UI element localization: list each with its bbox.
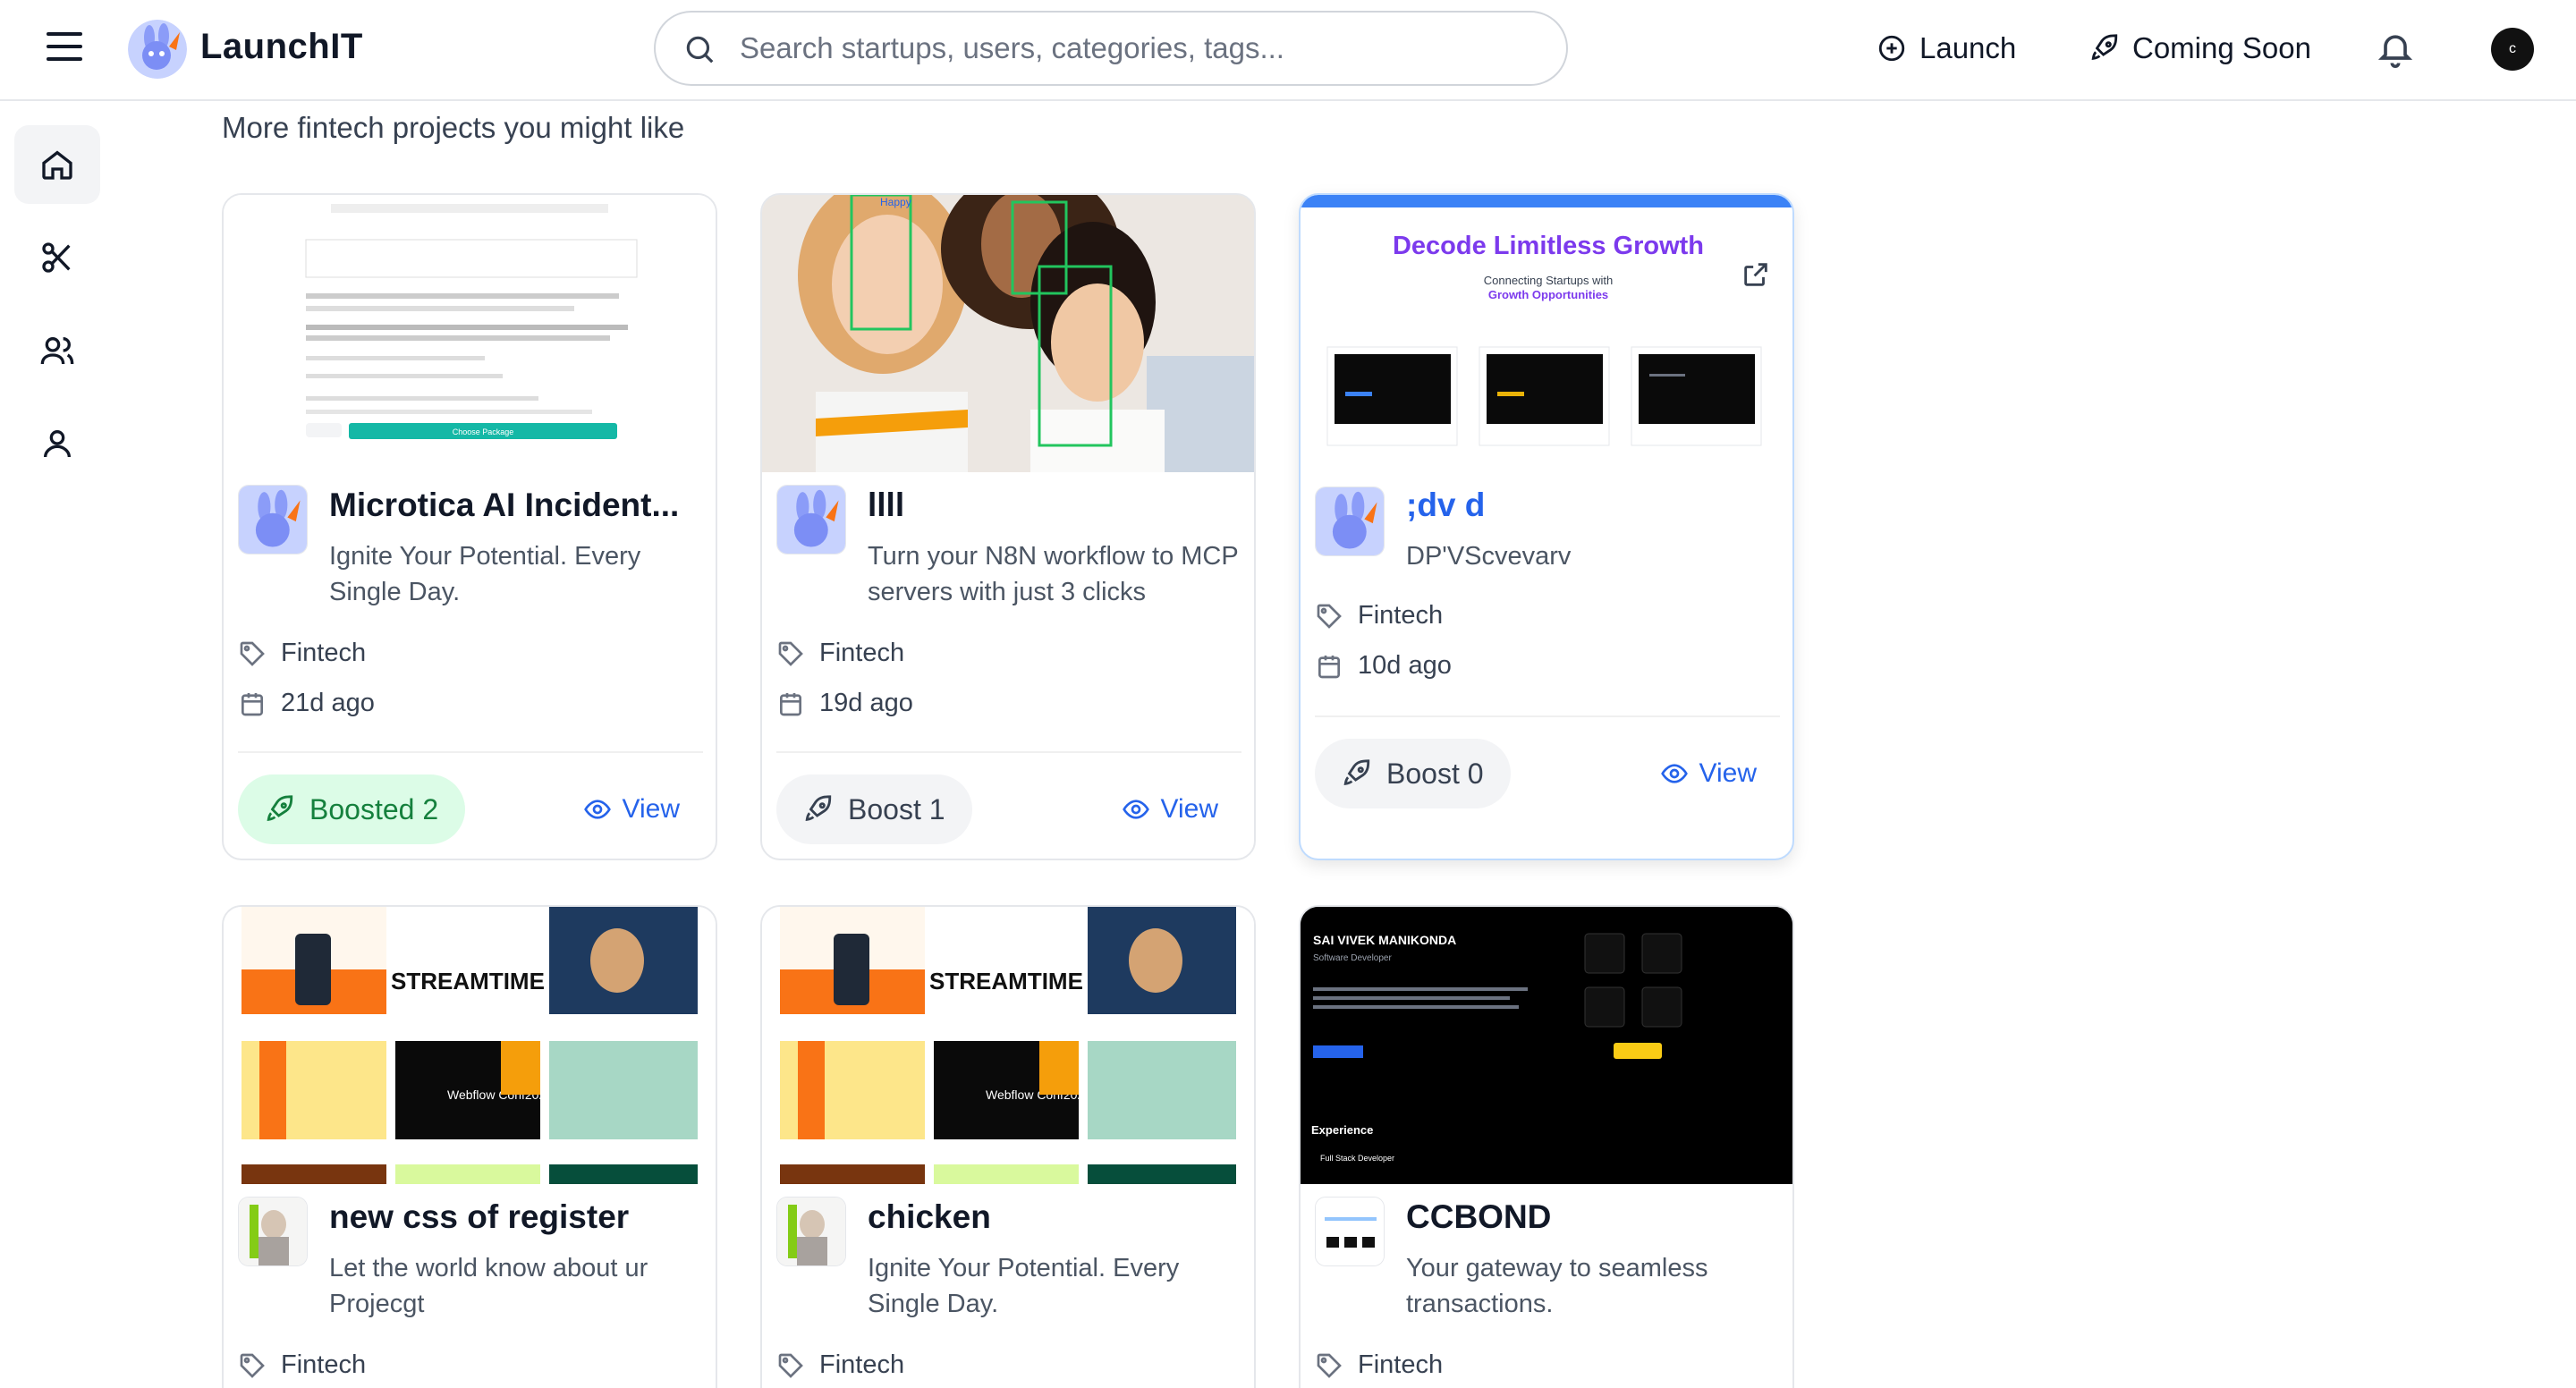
search-bar[interactable] xyxy=(654,11,1568,86)
thumbnail-subtitle-accent: Growth Opportunities xyxy=(1488,288,1608,301)
project-avatar xyxy=(238,1197,308,1266)
launchit-logo[interactable] xyxy=(128,20,187,79)
scissors-icon xyxy=(42,242,71,273)
project-thumbnail[interactable]: STREAMTIME Webflow Conf2025 xyxy=(762,907,1254,1184)
project-thumbnail[interactable]: STREAMTIME Webflow Conf2025 xyxy=(224,907,716,1184)
top-header: LaunchIT Launch Coming Soon c xyxy=(0,0,2576,101)
launch-label: Launch xyxy=(1919,31,2017,64)
section-title: More fintech projects you might like xyxy=(222,111,685,144)
project-description: Ignite Your Potential. Every Single Day. xyxy=(329,542,641,606)
thumbnail-text: STREAMTIME xyxy=(929,968,1083,994)
project-category: Fintech xyxy=(776,639,904,668)
card-divider xyxy=(1315,715,1780,717)
view-button[interactable]: View xyxy=(1660,758,1757,789)
project-thumbnail[interactable]: SAI VIVEK MANIKONDA Software Developer E… xyxy=(1301,907,1792,1184)
project-card[interactable]: STREAMTIME Webflow Conf2025 new css of r… xyxy=(222,905,717,1388)
project-thumbnail[interactable]: Choose Package xyxy=(224,195,716,472)
thumbnail-experience: Experience xyxy=(1311,1123,1373,1137)
rocket-icon xyxy=(805,795,832,822)
view-button[interactable]: View xyxy=(583,794,680,825)
notifications-bell-icon[interactable] xyxy=(2376,27,2415,74)
eye-icon xyxy=(1122,800,1149,819)
project-title[interactable]: llll xyxy=(868,487,1243,524)
search-input[interactable] xyxy=(740,25,1545,72)
project-thumbnail[interactable]: Decode Limitless Growth Connecting Start… xyxy=(1301,195,1792,476)
rocket-icon xyxy=(2091,34,2118,61)
project-category: Fintech xyxy=(1315,1350,1443,1380)
sidebar-item-users[interactable] xyxy=(14,311,100,390)
thumbnail-button-text: Choose Package xyxy=(453,427,514,436)
users-icon xyxy=(40,337,74,365)
brand-name[interactable]: LaunchIT xyxy=(200,27,363,67)
project-description: DP'VScvevarv xyxy=(1406,542,1572,571)
project-date: 21d ago xyxy=(238,689,375,718)
external-link-icon[interactable] xyxy=(1741,259,1771,294)
project-category: Fintech xyxy=(238,1350,366,1380)
launch-button[interactable]: Launch xyxy=(1877,21,2016,75)
project-card[interactable]: Happy llll Turn your N8N workflow to MCP… xyxy=(760,193,1256,860)
rocket-icon xyxy=(1343,759,1370,786)
project-card[interactable]: Choose Package Microtica AI Incident... … xyxy=(222,193,717,860)
project-card[interactable]: STREAMTIME Webflow Conf2025 chicken Igni… xyxy=(760,905,1256,1388)
project-date: 19d ago xyxy=(776,689,913,718)
boost-button[interactable]: Boost 0 xyxy=(1315,739,1511,808)
project-card[interactable]: SAI VIVEK MANIKONDA Software Developer E… xyxy=(1299,905,1794,1388)
tag-icon xyxy=(1317,1353,1342,1378)
project-avatar xyxy=(238,485,308,554)
project-title[interactable]: new css of register xyxy=(329,1198,705,1236)
tag-icon xyxy=(240,641,265,666)
card-divider xyxy=(238,751,703,753)
thumbnail-role: Software Developer xyxy=(1313,953,1392,963)
thumbnail-name: SAI VIVEK MANIKONDA xyxy=(1313,933,1456,947)
project-description: Ignite Your Potential. Every Single Day. xyxy=(868,1254,1180,1318)
project-title[interactable]: ;dv d xyxy=(1406,487,1782,524)
sidebar-item-home[interactable] xyxy=(14,125,100,204)
calendar-icon xyxy=(780,692,801,715)
thumbnail-text: STREAMTIME xyxy=(391,968,545,994)
project-category: Fintech xyxy=(1315,601,1443,631)
tag-icon xyxy=(1317,604,1342,629)
project-description: Turn your N8N workflow to MCP servers wi… xyxy=(868,542,1239,606)
tag-icon xyxy=(240,1353,265,1378)
project-avatar xyxy=(776,485,846,554)
card-divider xyxy=(776,751,1241,753)
project-thumbnail[interactable]: Happy xyxy=(762,195,1254,472)
search-icon xyxy=(686,36,714,63)
project-title[interactable]: CCBOND xyxy=(1406,1198,1782,1236)
view-button[interactable]: View xyxy=(1122,794,1218,825)
coming-soon-label: Coming Soon xyxy=(2132,31,2311,64)
project-description: Let the world know about ur Projecgt xyxy=(329,1254,648,1318)
project-avatar xyxy=(1315,1197,1385,1266)
project-avatar xyxy=(776,1197,846,1266)
user-avatar[interactable]: c xyxy=(2491,28,2534,71)
thumbnail-job: Full Stack Developer xyxy=(1320,1154,1394,1163)
calendar-icon xyxy=(242,692,263,715)
plus-circle-icon xyxy=(1878,35,1905,62)
calendar-icon xyxy=(1318,655,1340,678)
project-date: 10d ago xyxy=(1315,651,1452,681)
eye-icon xyxy=(583,800,611,819)
rocket-icon xyxy=(267,795,293,822)
project-category: Fintech xyxy=(776,1350,904,1380)
boost-button[interactable]: Boosted 2 xyxy=(238,774,466,844)
project-title[interactable]: Microtica AI Incident... xyxy=(329,487,705,524)
project-avatar xyxy=(1315,487,1385,556)
home-icon xyxy=(42,150,72,180)
project-card[interactable]: Decode Limitless Growth Connecting Start… xyxy=(1299,193,1794,860)
menu-icon[interactable] xyxy=(47,32,82,64)
thumbnail-heading: Decode Limitless Growth xyxy=(1393,232,1704,260)
tag-icon xyxy=(778,641,803,666)
project-category: Fintech xyxy=(238,639,366,668)
project-title[interactable]: chicken xyxy=(868,1198,1243,1236)
coming-soon-button[interactable]: Coming Soon xyxy=(2089,21,2311,75)
thumbnail-subtitle: Connecting Startups with xyxy=(1484,274,1614,287)
project-description: Your gateway to seamless transactions. xyxy=(1406,1254,1708,1318)
boost-button[interactable]: Boost 1 xyxy=(776,774,972,844)
tag-icon xyxy=(778,1353,803,1378)
sidebar-item-profile[interactable] xyxy=(14,404,100,483)
sidebar-item-tools[interactable] xyxy=(14,218,100,297)
detection-label: Happy xyxy=(880,196,911,208)
eye-icon xyxy=(1660,764,1688,783)
user-icon xyxy=(44,430,71,458)
